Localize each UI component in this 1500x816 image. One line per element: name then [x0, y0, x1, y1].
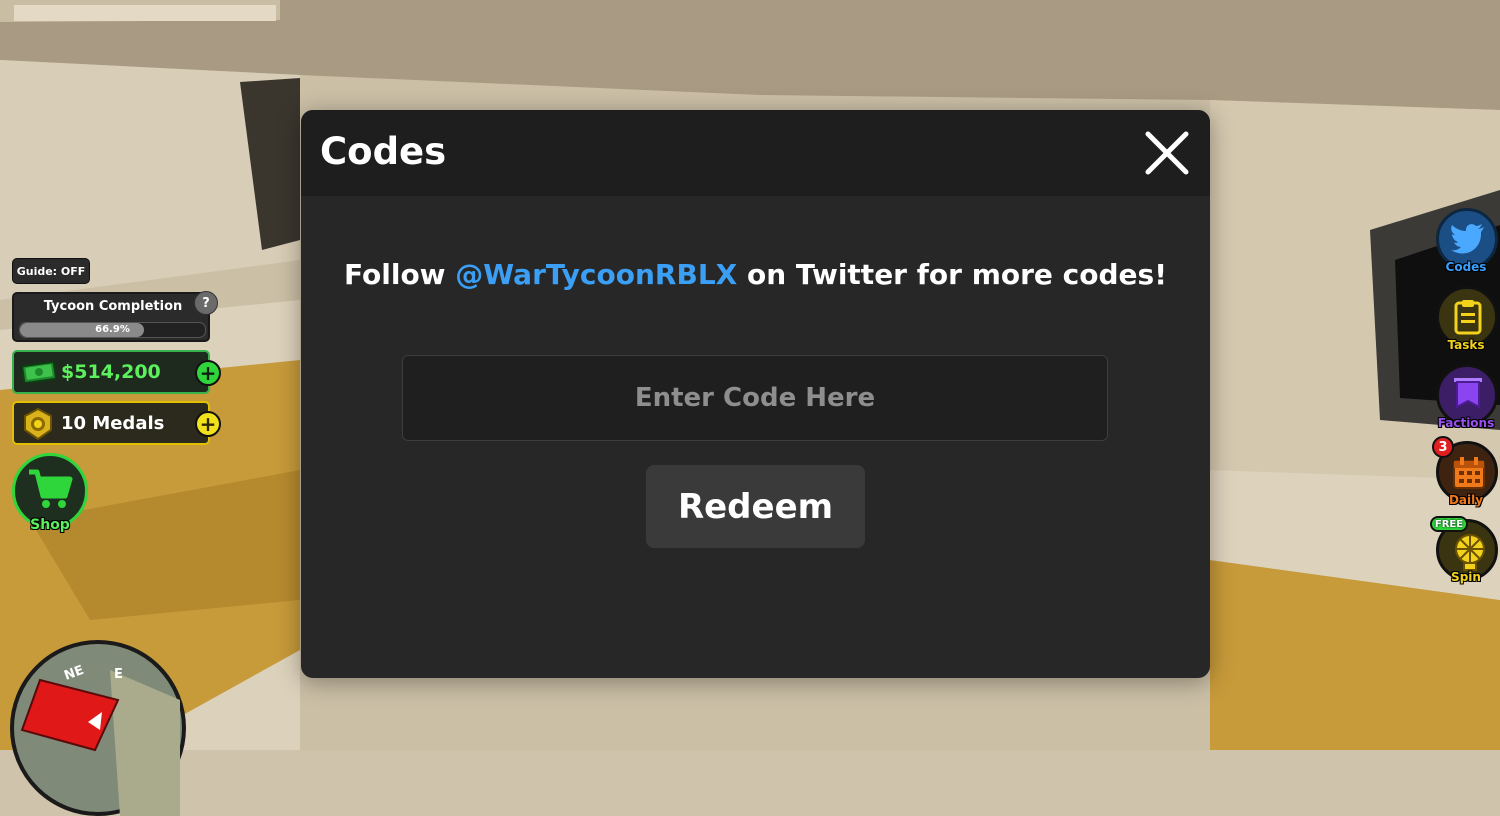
close-icon[interactable]	[1144, 130, 1190, 176]
compass-e: E	[114, 667, 123, 682]
spin-side-label: Spin	[1451, 570, 1481, 584]
wheel-icon	[1455, 534, 1485, 571]
spin-free-badge: FREE	[1430, 516, 1468, 532]
follow-message: Follow @WarTycoonRBLX on Twitter for mor…	[301, 258, 1210, 291]
tycoon-completion-panel: Tycoon Completion 66.9%	[12, 292, 210, 342]
tasks-side-label: Tasks	[1447, 338, 1485, 352]
codes-dialog: Codes Follow @WarTycoonRBLX on Twitter f…	[301, 110, 1210, 678]
follow-suffix: on Twitter for more codes!	[737, 258, 1167, 291]
guide-toggle-button[interactable]: Guide: OFF	[12, 258, 90, 284]
dialog-header: Codes	[301, 110, 1210, 196]
medal-badge-icon	[24, 408, 52, 440]
medals-panel: 10 Medals	[12, 401, 210, 445]
calendar-icon	[1453, 457, 1485, 489]
tycoon-progress-bar: 66.9%	[19, 322, 206, 338]
add-money-button[interactable]: +	[195, 360, 221, 386]
tycoon-completion-title: Tycoon Completion	[43, 299, 183, 314]
follow-prefix: Follow	[344, 258, 456, 291]
shop-label: Shop	[30, 517, 70, 533]
cash-icon	[22, 361, 56, 383]
twitter-bird-icon	[1451, 224, 1484, 254]
redeem-button[interactable]: Redeem	[646, 465, 865, 548]
help-icon[interactable]: ?	[194, 291, 218, 315]
factions-side-label: Factions	[1437, 416, 1495, 430]
minimap[interactable]: NE E	[10, 640, 186, 816]
shopping-cart-icon	[29, 469, 73, 508]
tycoon-progress-text: 66.9%	[95, 324, 130, 335]
banner-icon	[1454, 378, 1482, 409]
add-medals-button[interactable]: +	[195, 411, 221, 437]
clipboard-icon	[1454, 300, 1482, 335]
money-value: $514,200	[61, 361, 161, 383]
money-panel: $514,200	[12, 350, 210, 394]
medals-value: 10 Medals	[61, 413, 165, 434]
daily-notification-badge: 3	[1432, 436, 1454, 458]
code-input[interactable]	[402, 355, 1108, 441]
daily-side-label: Daily	[1448, 493, 1484, 507]
codes-side-label: Codes	[1445, 260, 1487, 274]
dialog-title: Codes	[320, 130, 447, 173]
twitter-handle-link[interactable]: @WarTycoonRBLX	[455, 258, 737, 291]
